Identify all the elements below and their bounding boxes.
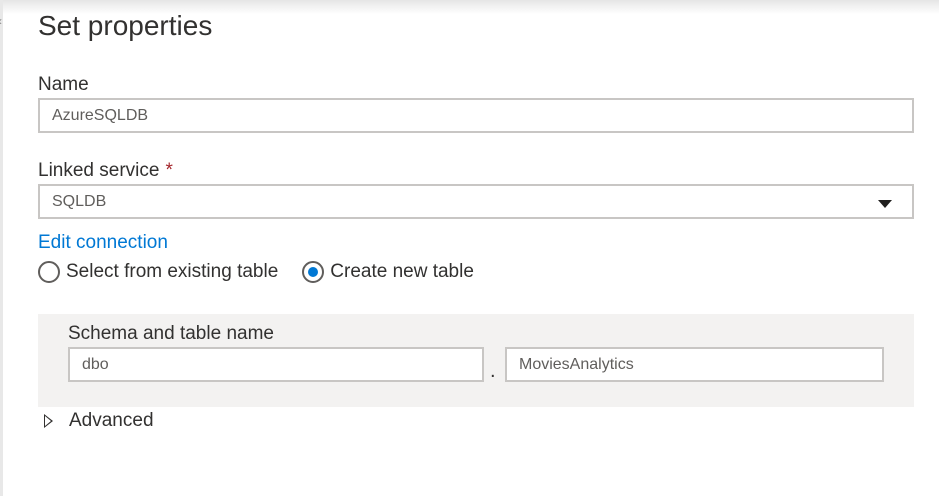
schema-table-label: Schema and table name — [68, 323, 274, 344]
chevron-down-icon — [878, 199, 892, 208]
schema-table-separator: . — [490, 360, 496, 382]
radio-circle-checked[interactable] — [302, 261, 325, 283]
name-input[interactable]: AzureSQLDB — [38, 98, 914, 133]
panel-title: Set properties — [38, 10, 213, 41]
name-label: Name — [38, 74, 89, 95]
radio-circle-unchecked[interactable] — [38, 261, 60, 283]
panel-left-edge — [0, 0, 3, 496]
collapse-chevron-icon[interactable]: ‹ — [0, 14, 2, 28]
radio-select-existing-table[interactable]: Select from existing table — [38, 261, 278, 283]
edit-connection-link[interactable]: Edit connection — [38, 232, 168, 254]
name-input-value: AzureSQLDB — [52, 106, 149, 124]
table-name-input-value: MoviesAnalytics — [519, 355, 634, 373]
radio-create-new-table[interactable]: Create new table — [302, 261, 474, 283]
radio-label-existing: Select from existing table — [66, 261, 279, 282]
linked-service-select[interactable]: SQLDB — [38, 184, 914, 219]
advanced-label: Advanced — [69, 410, 154, 431]
linked-service-value: SQLDB — [52, 192, 107, 210]
triangle-right-icon — [44, 414, 53, 428]
linked-service-label-text: Linked service — [38, 160, 160, 181]
schema-input[interactable]: dbo — [68, 347, 484, 382]
schema-input-value: dbo — [82, 355, 109, 373]
table-option-radio-group: Select from existing table Create new ta… — [38, 261, 474, 283]
table-name-input[interactable]: MoviesAnalytics — [505, 347, 884, 382]
required-marker: * — [165, 160, 173, 181]
radio-label-create: Create new table — [330, 261, 474, 282]
linked-service-label: Linked service * — [38, 160, 173, 182]
advanced-expander[interactable]: Advanced — [44, 410, 154, 432]
